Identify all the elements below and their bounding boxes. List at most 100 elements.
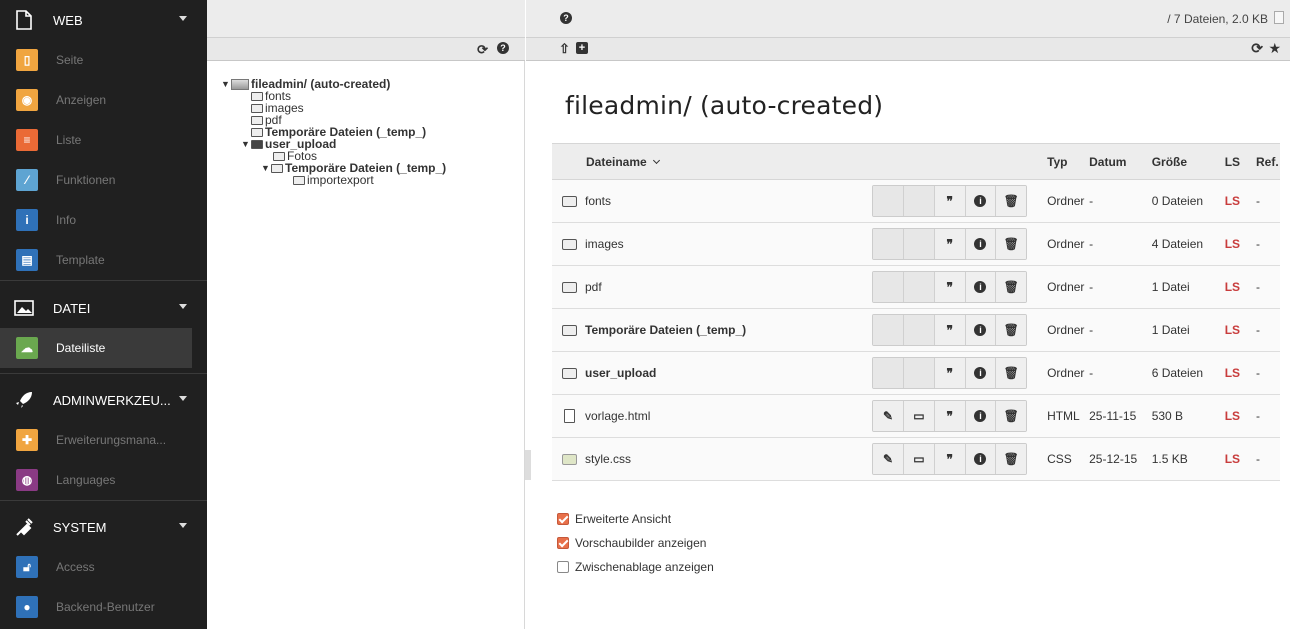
trash-icon[interactable]: 🗑︎	[996, 315, 1027, 345]
cell-name[interactable]: images	[552, 222, 873, 266]
column-header-groesse[interactable]: Größe	[1151, 143, 1225, 180]
cell-ls[interactable]: LS	[1224, 437, 1256, 481]
checkbox-unchecked[interactable]	[557, 561, 569, 573]
tree-node[interactable]: ▼ user_upload	[221, 138, 446, 150]
file-name[interactable]: images	[585, 237, 624, 251]
info-circle-icon[interactable]: i	[965, 358, 997, 388]
chevron-down-icon[interactable]	[179, 304, 187, 309]
cell-ls[interactable]: LS	[1224, 179, 1256, 223]
option-zwischenablage[interactable]: Zwischenablage anzeigen	[557, 555, 714, 579]
column-header-ls[interactable]: LS	[1224, 143, 1256, 180]
tree-node[interactable]: fonts	[221, 90, 446, 102]
ls-link[interactable]: LS	[1225, 323, 1240, 337]
cell-name[interactable]: user_upload	[552, 351, 873, 395]
tree-node[interactable]: importexport	[221, 174, 446, 186]
table-row[interactable]: Temporäre Dateien (_temp_) ❞ i 🗑︎ Ordner -1 D…	[552, 308, 1280, 352]
menu-item-erweiterungsmanager[interactable]: ✚ Erweiterungsmana...	[0, 420, 207, 460]
cell-ls[interactable]: LS	[1224, 394, 1256, 438]
option-vorschaubilder[interactable]: Vorschaubilder anzeigen	[557, 531, 714, 555]
file-name[interactable]: user_upload	[585, 366, 656, 380]
monitor-icon[interactable]: ▭	[903, 401, 935, 431]
chevron-down-icon[interactable]	[179, 523, 187, 528]
cell-name[interactable]: vorlage.html	[552, 394, 873, 438]
info-circle-icon[interactable]: i	[965, 272, 997, 302]
quote-icon[interactable]: ❞	[934, 272, 966, 302]
table-row[interactable]: pdf ❞ i 🗑︎ Ordner -1 Datei LS -	[552, 265, 1280, 309]
upload-icon[interactable]: ⇧	[559, 41, 570, 57]
tree-node[interactable]: images	[221, 102, 446, 114]
table-row[interactable]: vorlage.html ✎ ▭ ❞ i 🗑︎ HTML 25-11-15 530 B LS -	[552, 394, 1280, 438]
file-name[interactable]: style.css	[585, 452, 631, 466]
collapse-arrow-icon[interactable]: ▼	[241, 138, 251, 150]
trash-icon[interactable]: 🗑︎	[996, 358, 1027, 388]
monitor-icon[interactable]: ▭	[903, 444, 935, 474]
trash-icon[interactable]: 🗑︎	[996, 444, 1027, 474]
help-icon[interactable]: ?	[497, 42, 509, 54]
table-row[interactable]: style.css ✎ ▭ ❞ i 🗑︎ CSS 25-12-15 1.5 KB LS -	[552, 437, 1280, 481]
menu-item-access[interactable]: 🔓︎ Access	[0, 547, 207, 587]
column-header-datum[interactable]: Datum	[1089, 143, 1152, 180]
menu-group-system[interactable]: SYSTEM	[0, 507, 207, 547]
checkbox-checked[interactable]	[557, 537, 569, 549]
info-circle-icon[interactable]: i	[965, 444, 997, 474]
table-row[interactable]: images ❞ i 🗑︎ Ordner -4 Dateien LS -	[552, 222, 1280, 266]
menu-item-info[interactable]: i Info	[0, 200, 207, 240]
column-header-typ[interactable]: Typ	[1039, 143, 1090, 180]
chevron-down-icon[interactable]	[179, 16, 187, 21]
cell-name[interactable]: style.css	[552, 437, 873, 481]
ls-link[interactable]: LS	[1225, 280, 1240, 294]
tree-node-root[interactable]: ▼ fileadmin/ (auto-created)	[221, 78, 446, 90]
cell-ls[interactable]: LS	[1224, 265, 1256, 309]
ls-link[interactable]: LS	[1225, 237, 1240, 251]
checkbox-checked[interactable]	[557, 513, 569, 525]
new-folder-icon[interactable]: +	[576, 42, 588, 54]
collapse-arrow-icon[interactable]: ▼	[261, 162, 271, 174]
quote-icon[interactable]: ❞	[934, 444, 966, 474]
cell-ls[interactable]: LS	[1224, 351, 1256, 395]
menu-item-dateiliste[interactable]: ☁ Dateiliste	[0, 328, 192, 368]
trash-icon[interactable]: 🗑︎	[996, 229, 1027, 259]
column-header-ref[interactable]: Ref.	[1255, 143, 1280, 180]
cell-name[interactable]: Temporäre Dateien (_temp_)	[552, 308, 873, 352]
ls-link[interactable]: LS	[1225, 452, 1240, 466]
file-name[interactable]: vorlage.html	[585, 409, 650, 423]
ls-link[interactable]: LS	[1225, 366, 1240, 380]
cell-name[interactable]: pdf	[552, 265, 873, 309]
menu-item-backend-benutzer[interactable]: ● Backend-Benutzer	[0, 587, 207, 627]
quote-icon[interactable]: ❞	[934, 229, 966, 259]
edit-pencil-icon[interactable]: ✎	[873, 444, 904, 474]
menu-group-datei[interactable]: DATEI	[0, 288, 207, 328]
menu-group-adminwerkzeuge[interactable]: ADMINWERKZEU...	[0, 380, 207, 420]
sort-chevron-icon[interactable]	[652, 156, 660, 164]
quote-icon[interactable]: ❞	[934, 401, 966, 431]
collapse-arrow-icon[interactable]: ▼	[221, 78, 231, 90]
file-name[interactable]: Temporäre Dateien (_temp_)	[585, 323, 746, 337]
column-header-name[interactable]: Dateiname	[552, 143, 873, 180]
quote-icon[interactable]: ❞	[934, 315, 966, 345]
info-circle-icon[interactable]: i	[965, 315, 997, 345]
cell-ls[interactable]: LS	[1224, 308, 1256, 352]
help-icon[interactable]: ?	[560, 12, 572, 24]
edit-pencil-icon[interactable]: ✎	[873, 401, 904, 431]
menu-item-liste[interactable]: ≡ Liste	[0, 120, 207, 160]
panel-resize-handle[interactable]	[525, 450, 531, 480]
refresh-icon[interactable]: ⟳	[1251, 40, 1263, 57]
cell-name[interactable]: fonts	[552, 179, 873, 223]
table-row[interactable]: fonts ❞ i 🗑︎ Ordner -0 Dateien LS -	[552, 179, 1280, 223]
menu-item-template[interactable]: ▤ Template	[0, 240, 207, 280]
trash-icon[interactable]: 🗑︎	[996, 186, 1027, 216]
menu-item-anzeigen[interactable]: ◉ Anzeigen	[0, 80, 207, 120]
menu-item-languages[interactable]: ◍ Languages	[0, 460, 207, 500]
menu-group-web[interactable]: WEB	[0, 0, 207, 40]
trash-icon[interactable]: 🗑︎	[996, 272, 1027, 302]
quote-icon[interactable]: ❞	[934, 358, 966, 388]
trash-icon[interactable]: 🗑︎	[996, 401, 1027, 431]
menu-item-seite[interactable]: ▯ Seite	[0, 40, 207, 80]
info-circle-icon[interactable]: i	[965, 229, 997, 259]
bookmark-star-icon[interactable]: ★	[1268, 40, 1281, 57]
info-circle-icon[interactable]: i	[965, 401, 997, 431]
cell-ls[interactable]: LS	[1224, 222, 1256, 266]
chevron-down-icon[interactable]	[179, 396, 187, 401]
info-circle-icon[interactable]: i	[965, 186, 997, 216]
refresh-icon[interactable]: ⟳	[477, 42, 488, 58]
